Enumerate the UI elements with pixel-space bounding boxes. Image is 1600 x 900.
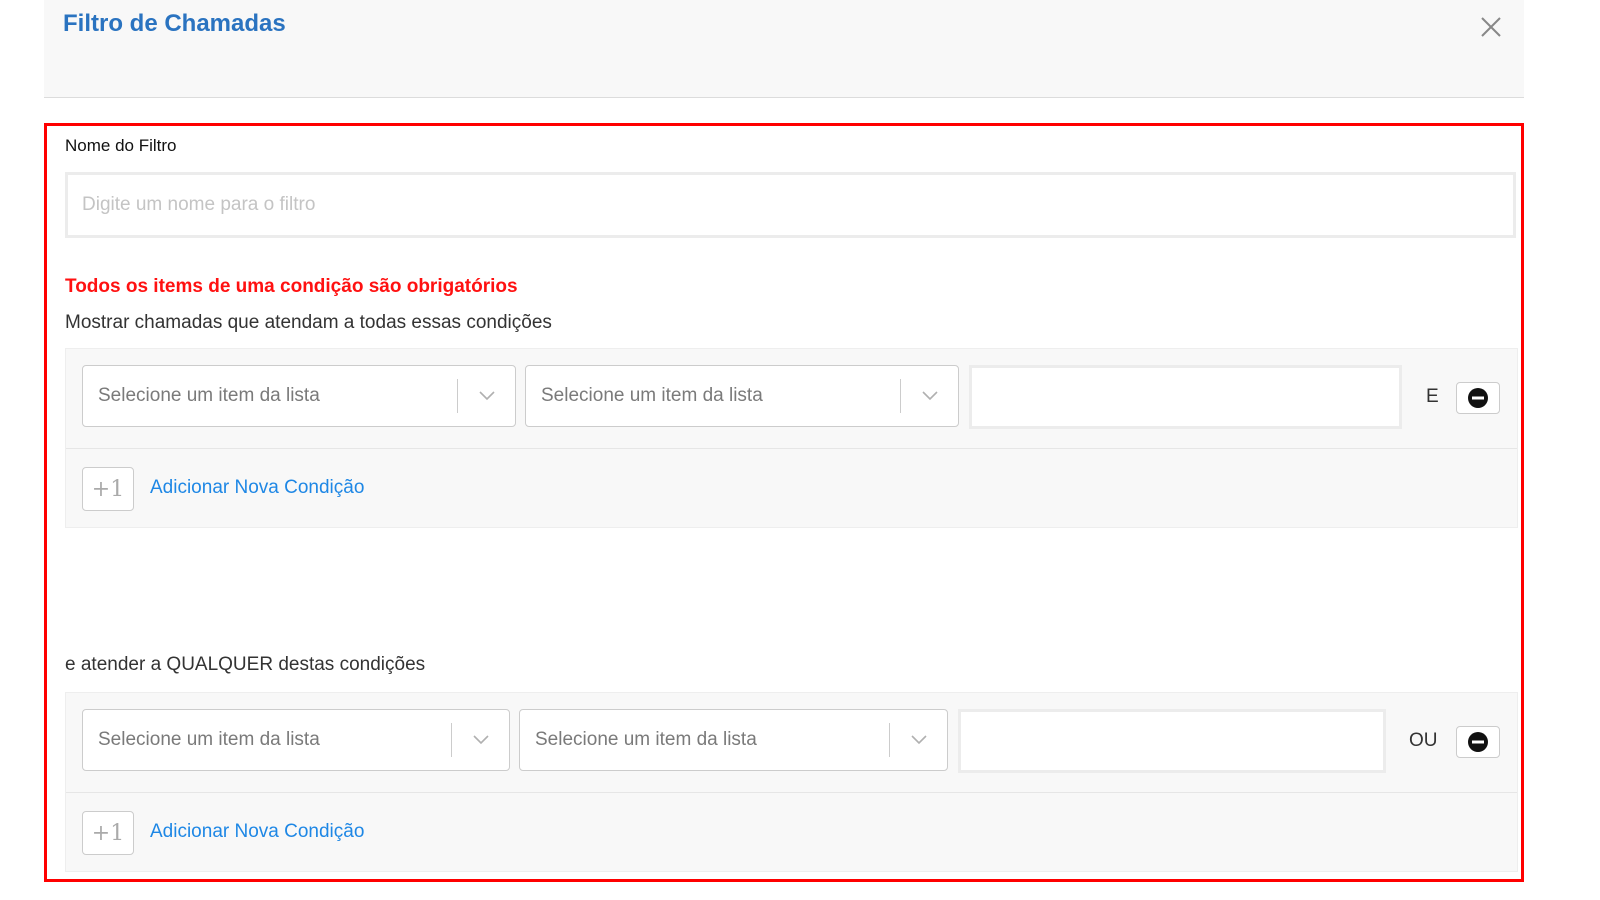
select-separator xyxy=(900,379,901,413)
all-conditions-description: Mostrar chamadas que atendam a todas ess… xyxy=(65,312,552,333)
operator-select[interactable]: Selecione um item da lista xyxy=(525,365,959,427)
chevron-down-icon xyxy=(473,735,489,745)
chevron-down-icon xyxy=(911,735,927,745)
field-select-placeholder: Selecione um item da lista xyxy=(98,385,320,406)
minus-circle-icon xyxy=(1468,732,1488,752)
select-separator xyxy=(451,723,452,757)
any-conditions-panel: Selecione um item da lista Selecione um … xyxy=(65,692,1518,872)
condition-value-input[interactable] xyxy=(969,365,1402,429)
add-condition-button[interactable]: +1 xyxy=(82,467,134,511)
field-select[interactable]: Selecione um item da lista xyxy=(82,365,516,427)
filter-name-label: Nome do Filtro xyxy=(65,136,177,155)
add-condition-link[interactable]: Adicionar Nova Condição xyxy=(150,477,364,499)
close-button[interactable] xyxy=(1476,12,1506,42)
all-conditions-panel: Selecione um item da lista Selecione um … xyxy=(65,348,1518,528)
operator-select[interactable]: Selecione um item da lista xyxy=(519,709,948,771)
filter-form-area: Nome do Filtro Todos os items de uma con… xyxy=(44,123,1524,882)
logic-operator: E xyxy=(1426,386,1439,407)
condition-row: Selecione um item da lista Selecione um … xyxy=(66,693,1517,793)
operator-select-placeholder: Selecione um item da lista xyxy=(535,729,757,750)
chevron-down-icon xyxy=(922,391,938,401)
operator-select-placeholder: Selecione um item da lista xyxy=(541,385,763,406)
modal-title: Filtro de Chamadas xyxy=(63,10,286,37)
select-separator xyxy=(889,723,890,757)
minus-circle-icon xyxy=(1468,388,1488,408)
field-select-placeholder: Selecione um item da lista xyxy=(98,729,320,750)
chevron-down-icon xyxy=(479,391,495,401)
required-warning: Todos os items de uma condição são obrig… xyxy=(65,276,518,297)
add-condition-row: +1 Adicionar Nova Condição xyxy=(66,793,1517,871)
condition-value-input[interactable] xyxy=(958,709,1386,773)
select-separator xyxy=(457,379,458,413)
logic-operator: OU xyxy=(1409,730,1438,751)
field-select[interactable]: Selecione um item da lista xyxy=(82,709,510,771)
add-condition-row: +1 Adicionar Nova Condição xyxy=(66,449,1517,527)
any-conditions-description: e atender a QUALQUER destas condições xyxy=(65,654,426,675)
add-condition-button[interactable]: +1 xyxy=(82,811,134,855)
filter-name-input[interactable] xyxy=(65,172,1516,238)
add-condition-link[interactable]: Adicionar Nova Condição xyxy=(150,821,364,843)
modal-header: Filtro de Chamadas xyxy=(44,0,1524,98)
close-icon xyxy=(1481,17,1501,37)
condition-row: Selecione um item da lista Selecione um … xyxy=(66,349,1517,449)
remove-condition-button[interactable] xyxy=(1456,726,1500,758)
remove-condition-button[interactable] xyxy=(1456,382,1500,414)
